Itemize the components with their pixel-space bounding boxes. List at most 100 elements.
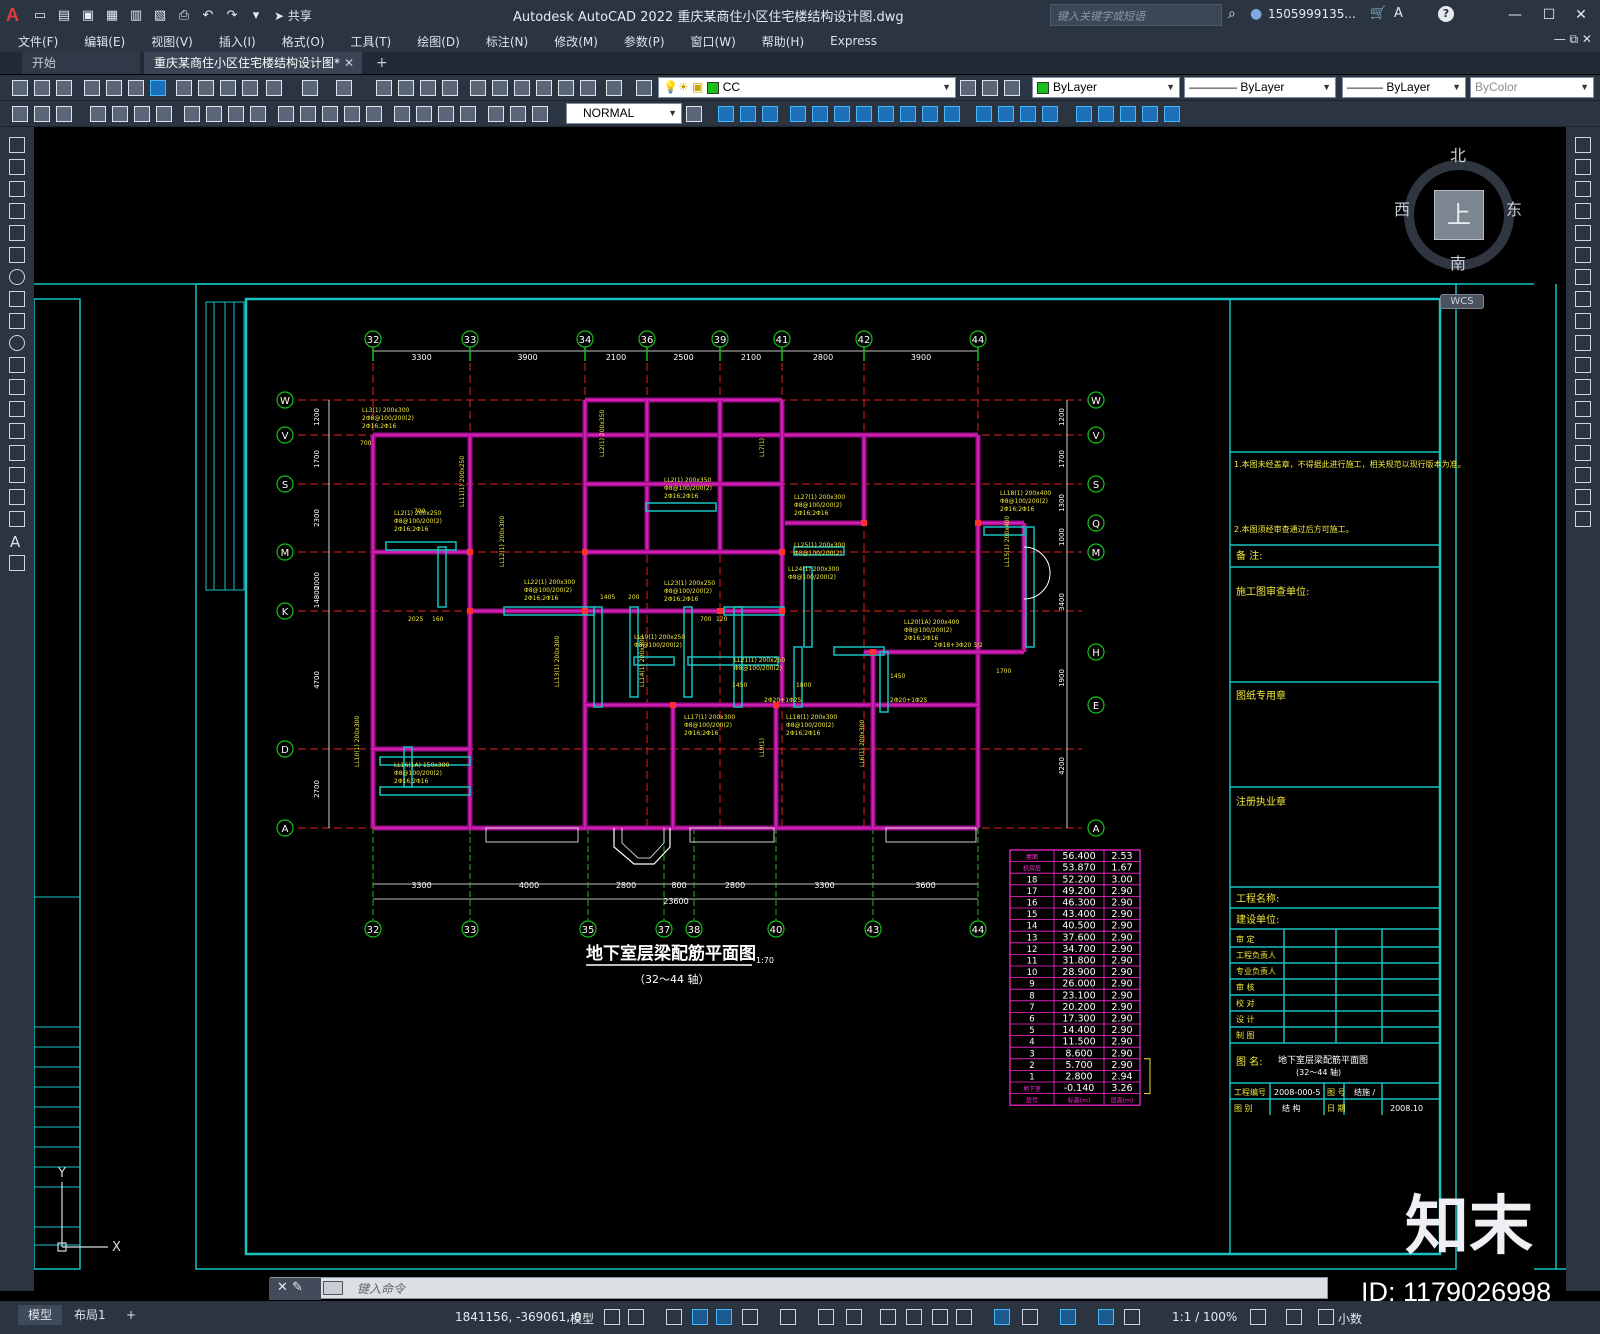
thicken-icon[interactable] <box>998 106 1014 122</box>
construction-line-icon[interactable] <box>9 159 25 175</box>
paste-icon[interactable] <box>220 80 236 96</box>
autodesk-app-store-icon[interactable]: A <box>1394 6 1403 21</box>
join-icon[interactable] <box>1575 423 1591 439</box>
multiline-text-icon[interactable]: A <box>10 533 26 551</box>
3d-rotate-icon[interactable] <box>1098 106 1114 122</box>
layer-properties-icon[interactable] <box>636 80 652 96</box>
annotation-visibility-icon[interactable] <box>1098 1309 1114 1325</box>
rotate-icon[interactable] <box>1575 269 1591 285</box>
add-layout-button[interactable]: + <box>116 1305 146 1325</box>
lineweight-select[interactable]: ——— ByLayer ▼ <box>1342 77 1466 98</box>
auto-scale-icon[interactable] <box>1124 1309 1140 1325</box>
command-line-controls[interactable]: ✕ ✎ <box>269 1278 321 1300</box>
add-selected-icon[interactable] <box>9 555 25 571</box>
command-input[interactable]: 键入命令 <box>357 1280 405 1297</box>
revolve-icon[interactable] <box>812 106 828 122</box>
extend-icon[interactable] <box>1575 357 1591 373</box>
cart-icon[interactable]: 🛒 <box>1370 6 1386 21</box>
baseline-dim-icon[interactable] <box>300 106 316 122</box>
menu-file[interactable]: 文件(F) <box>18 33 58 50</box>
viewcube[interactable]: 上 北 南 东 西 <box>1394 146 1524 280</box>
layer-select[interactable]: 💡☀ ▣ CC ▼ <box>658 77 956 98</box>
menu-tools[interactable]: 工具(T) <box>351 33 392 50</box>
solid-cone-icon[interactable] <box>762 106 778 122</box>
plot-icon[interactable] <box>84 80 100 96</box>
save-icon[interactable]: ▣ <box>78 5 98 25</box>
zoom-realtime-icon[interactable] <box>398 80 414 96</box>
minimize-icon[interactable]: — <box>1500 4 1530 26</box>
help-icon[interactable]: ? <box>1438 6 1454 22</box>
layer-previous-icon[interactable] <box>982 80 998 96</box>
workspace-switch-icon[interactable] <box>1250 1309 1266 1325</box>
aligned-dim-icon[interactable] <box>112 106 128 122</box>
infer-constraints-icon[interactable] <box>666 1309 682 1325</box>
union-icon[interactable] <box>900 106 916 122</box>
dim-style-manager-icon[interactable] <box>686 106 702 122</box>
layer-state-icon[interactable] <box>1004 80 1020 96</box>
save-as-icon[interactable]: ▦ <box>102 5 122 25</box>
ellipse-arc-icon[interactable] <box>9 357 25 373</box>
quick-properties-icon[interactable] <box>1318 1309 1334 1325</box>
polyline-icon[interactable] <box>9 181 25 197</box>
explode-icon[interactable] <box>1575 511 1591 527</box>
transparency-icon[interactable] <box>906 1309 922 1325</box>
menu-insert[interactable]: 插入(I) <box>219 33 256 50</box>
preview-icon[interactable] <box>106 80 122 96</box>
model-space-toggle[interactable]: 模型 <box>570 1310 594 1327</box>
dim-space-icon[interactable] <box>344 106 360 122</box>
ellipse-icon[interactable] <box>9 335 25 351</box>
save-icon[interactable] <box>56 80 72 96</box>
scale-icon[interactable] <box>1575 291 1591 307</box>
spline-icon[interactable] <box>9 313 25 329</box>
menu-help[interactable]: 帮助(H) <box>762 33 804 50</box>
dynamic-input-icon[interactable] <box>692 1309 708 1325</box>
isodraft-icon[interactable] <box>780 1309 796 1325</box>
autocad-logo-icon[interactable]: A <box>6 5 26 25</box>
sweep-icon[interactable] <box>834 106 850 122</box>
hatch-icon[interactable] <box>9 445 25 461</box>
angular-dim-icon[interactable] <box>250 106 266 122</box>
document-window-controls[interactable]: — ⧉ ✕ <box>1554 32 1592 47</box>
3d-osnap-icon[interactable] <box>956 1309 972 1325</box>
point-icon[interactable] <box>9 423 25 439</box>
intersect-icon[interactable] <box>944 106 960 122</box>
loft-icon[interactable] <box>856 106 872 122</box>
fillet-icon[interactable] <box>1575 467 1591 483</box>
match-properties-icon[interactable] <box>242 80 258 96</box>
compass-north[interactable]: 北 <box>1450 142 1466 166</box>
cursor-coordinates[interactable]: 1841156, -369061, 0 <box>455 1310 581 1324</box>
calculator-icon[interactable] <box>580 80 596 96</box>
annotation-monitor-icon[interactable] <box>1286 1309 1302 1325</box>
dim-text-edit-icon[interactable] <box>510 106 526 122</box>
3d-move-icon[interactable] <box>1076 106 1092 122</box>
new-tab-button[interactable]: + <box>376 52 388 74</box>
close-window-icon[interactable]: ✕ <box>1566 4 1596 26</box>
presspull-icon[interactable] <box>878 106 894 122</box>
zoom-window-icon[interactable] <box>420 80 436 96</box>
share-button[interactable]: ➤ 共享 <box>274 7 312 24</box>
make-current-layer-icon[interactable] <box>960 80 976 96</box>
user-name[interactable]: 1505999135... <box>1268 7 1356 21</box>
copy-icon[interactable] <box>198 80 214 96</box>
open-file-icon[interactable]: ▤ <box>54 5 74 25</box>
table-icon[interactable] <box>9 511 25 527</box>
make-block-icon[interactable] <box>9 401 25 417</box>
line-icon[interactable] <box>9 137 25 153</box>
3d-array-icon[interactable] <box>1164 106 1180 122</box>
print-icon[interactable]: ⎙ <box>174 5 194 25</box>
circle-icon[interactable] <box>9 269 25 285</box>
center-mark-icon[interactable] <box>416 106 432 122</box>
stretch-icon[interactable] <box>1575 313 1591 329</box>
diameter-dim-icon[interactable] <box>228 106 244 122</box>
color-select[interactable]: ByLayer ▼ <box>1032 77 1180 98</box>
tool-palettes-icon[interactable] <box>514 80 530 96</box>
markup-icon[interactable] <box>558 80 574 96</box>
radius-dim-icon[interactable] <box>184 106 200 122</box>
workspace-icon[interactable] <box>12 106 28 122</box>
object-snap-tracking-icon[interactable] <box>818 1309 834 1325</box>
array-icon[interactable] <box>1575 225 1591 241</box>
gradient-icon[interactable] <box>9 467 25 483</box>
snap-icon[interactable] <box>628 1309 644 1325</box>
dynamic-ucs-icon[interactable] <box>994 1309 1010 1325</box>
slice-icon[interactable] <box>976 106 992 122</box>
